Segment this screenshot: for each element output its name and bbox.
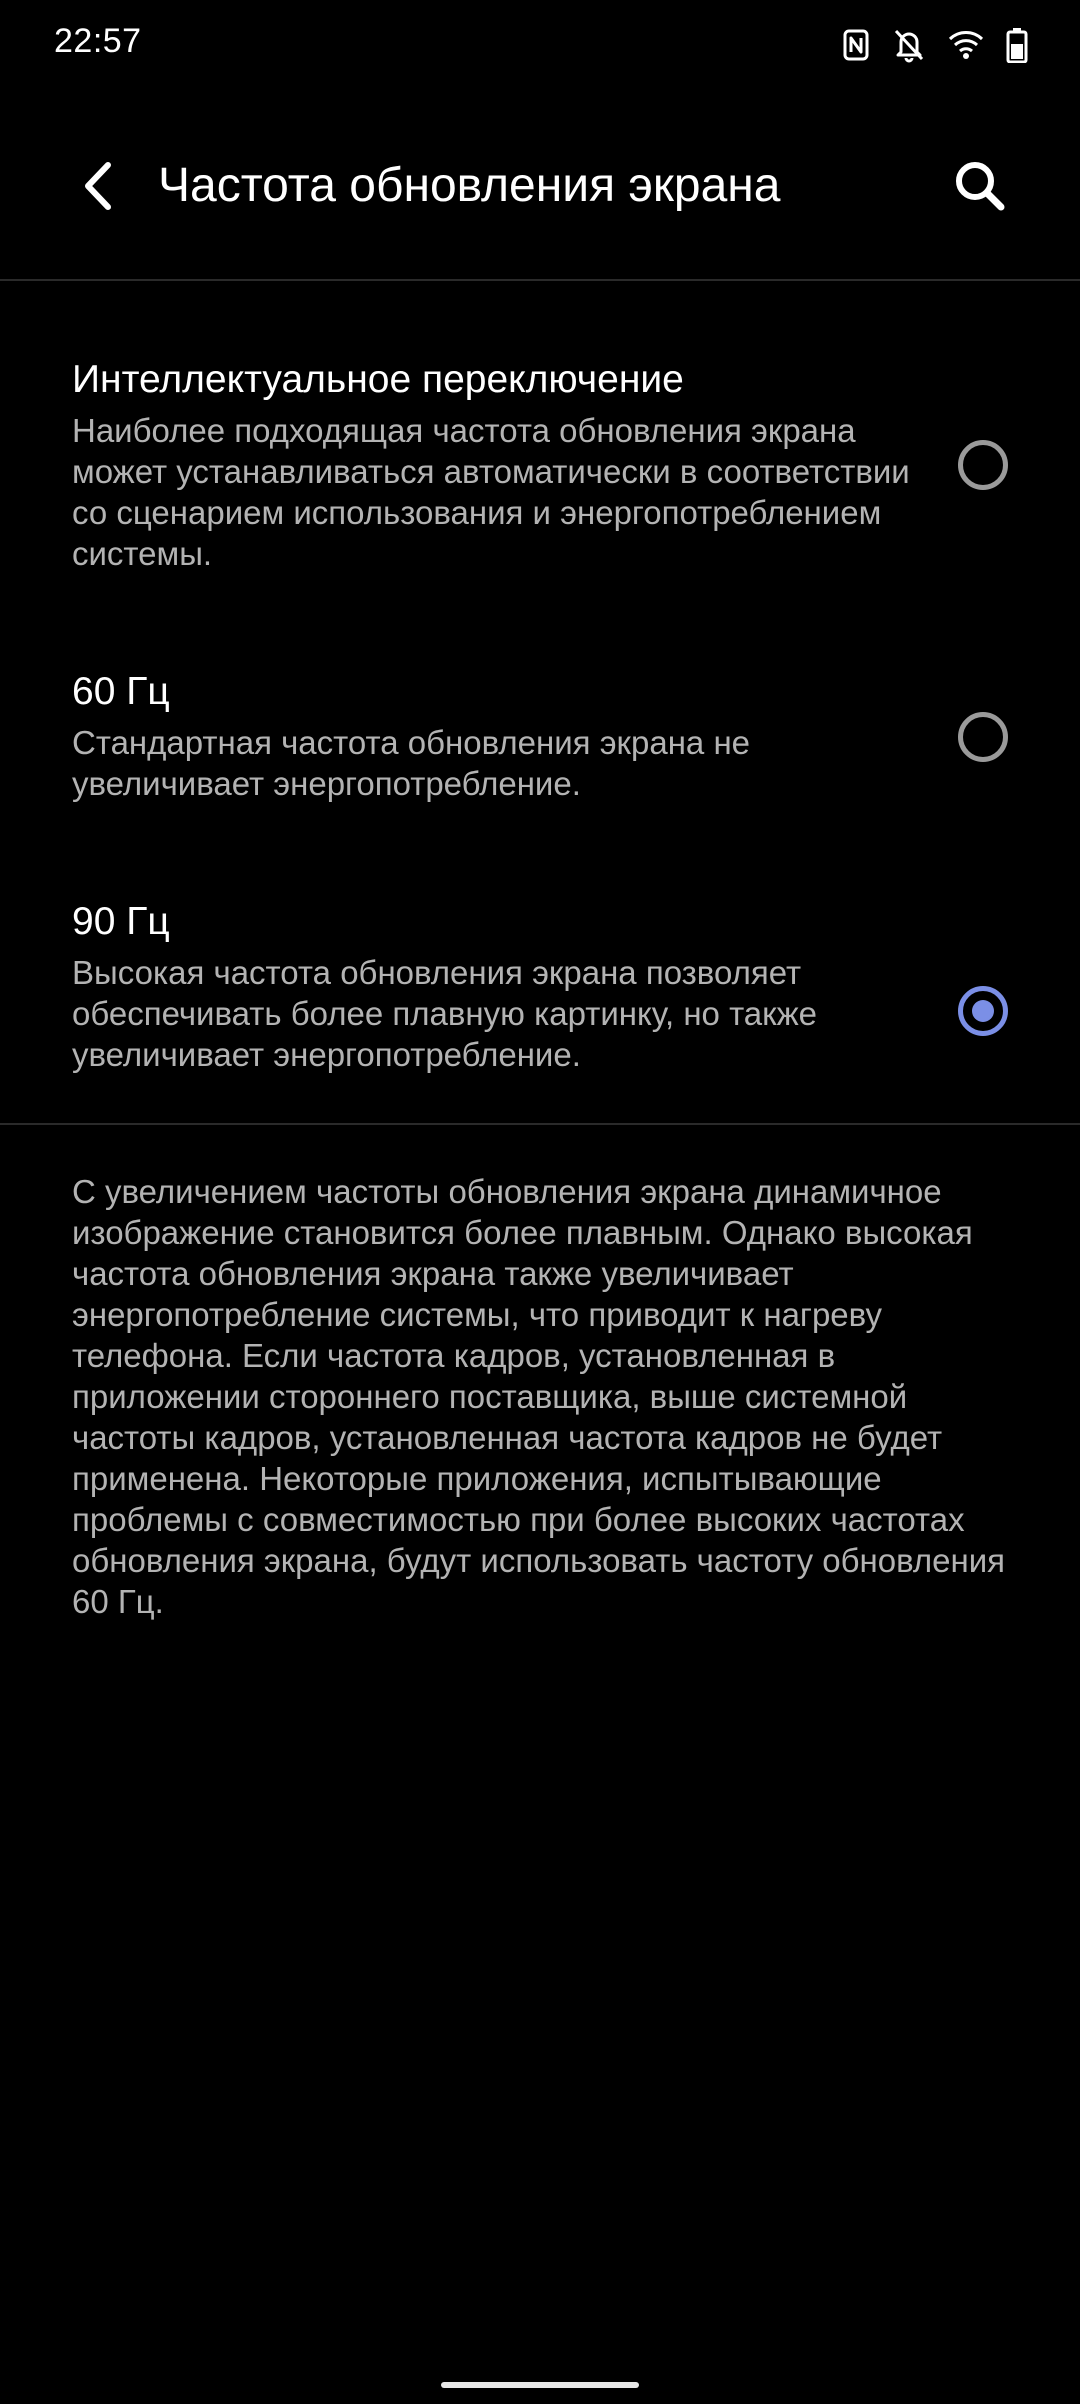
page-title: Частота обновления экрана xyxy=(158,159,781,212)
option-90hz[interactable]: 90 Гц Высокая частота обновления экрана … xyxy=(0,880,1080,1090)
option-60hz[interactable]: 60 Гц Стандартная частота обновления экр… xyxy=(0,650,1080,820)
status-time: 22:57 xyxy=(54,22,142,60)
radio-90hz[interactable] xyxy=(958,986,1008,1036)
option-description: Высокая частота обновления экрана позвол… xyxy=(72,954,818,1073)
status-bar: 22:57 xyxy=(0,0,1080,90)
nfc-icon xyxy=(842,28,870,62)
notifications-off-icon xyxy=(892,27,926,63)
radio-60hz[interactable] xyxy=(958,712,1008,762)
battery-icon xyxy=(1006,27,1028,63)
gesture-nav-handle[interactable] xyxy=(441,2382,639,2388)
option-description: Наиболее подходящая частота обновления э… xyxy=(72,412,910,572)
app-bar: Частота обновления экрана xyxy=(0,100,1080,280)
radio-smart-switch[interactable] xyxy=(958,440,1008,490)
option-description: Стандартная частота обновления экрана не… xyxy=(72,724,751,802)
option-smart-switch[interactable]: Интеллектуальное переключение Наиболее п… xyxy=(0,340,1080,600)
back-button[interactable] xyxy=(60,150,136,226)
option-title: 90 Гц xyxy=(72,900,170,943)
option-title: 60 Гц xyxy=(72,670,170,713)
wifi-icon xyxy=(948,30,984,60)
footer-note: С увеличением частоты обновления экрана … xyxy=(72,1173,1005,1620)
header-divider xyxy=(0,279,1080,281)
status-icons xyxy=(842,22,1028,68)
options-divider xyxy=(0,1123,1080,1125)
arrow-back-icon xyxy=(78,160,118,217)
search-button[interactable] xyxy=(940,148,1020,228)
search-icon xyxy=(953,159,1007,218)
option-title: Интеллектуальное переключение xyxy=(72,358,684,401)
